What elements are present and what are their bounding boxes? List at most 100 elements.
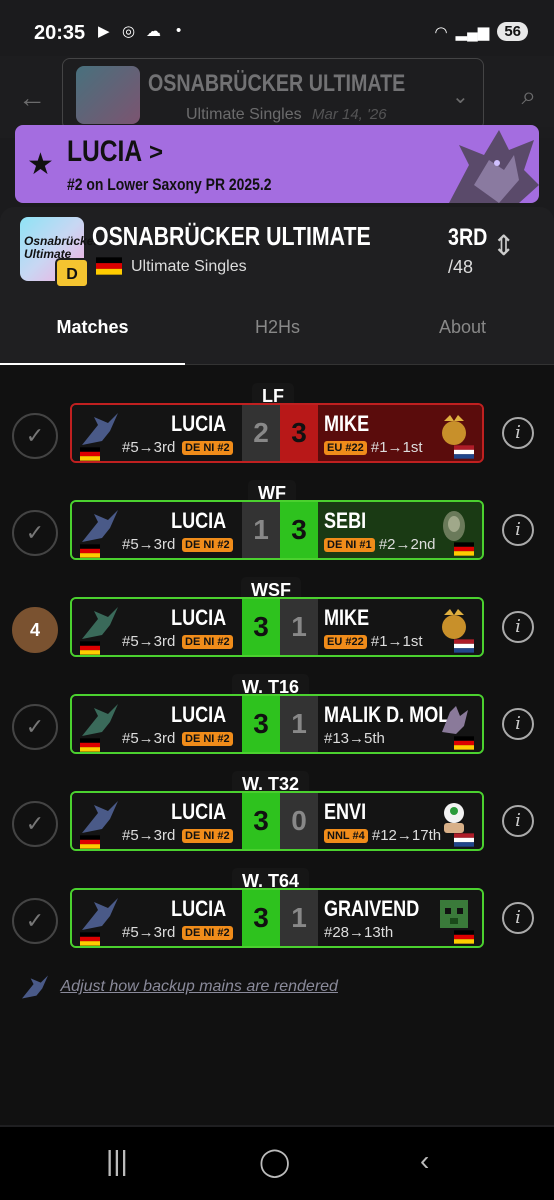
- opponent-name: ENVI: [324, 799, 367, 824]
- opponent-score: 0: [280, 793, 318, 849]
- germany-flag-icon: [80, 930, 100, 946]
- player-name: LUCIA: [170, 605, 226, 630]
- match-card[interactable]: LUCIA #5→3rd DE NI #2 3 1 MIKE EU #22 #1…: [70, 597, 484, 657]
- character-icon: [82, 413, 118, 445]
- opponent-name: MIKE: [324, 411, 370, 436]
- match-card[interactable]: LUCIA #5→3rd DE NI #2 3 1 GRAIVEND #28→1…: [70, 888, 484, 948]
- character-icon: [442, 415, 466, 445]
- search-icon[interactable]: ⌕: [521, 80, 536, 112]
- event-title: OSNABRÜCKER ULTIMATE: [92, 221, 371, 251]
- entrant-total: /48: [448, 257, 474, 277]
- match-card[interactable]: LUCIA #5→3rd DE NI #2 1 3 SEBI DE NI #1 …: [70, 500, 484, 560]
- status-time: 20:35: [34, 22, 86, 44]
- character-icon: [444, 803, 464, 833]
- germany-flag-icon: [80, 542, 100, 558]
- opponent-ranking-badge: DE NI #1: [324, 538, 375, 553]
- set-number-badge[interactable]: 4: [12, 607, 58, 653]
- player-ranking-badge: DE NI #2: [182, 926, 233, 940]
- opponent-score: 3: [280, 502, 318, 558]
- info-icon[interactable]: i: [502, 805, 534, 837]
- info-icon[interactable]: i: [502, 708, 534, 740]
- player-ranking-badge: DE NI #2: [182, 635, 233, 649]
- background-title: OSNABRÜCKER ULTIMATE: [148, 70, 406, 97]
- opponent-ranking-badge: EU #22: [324, 635, 367, 650]
- germany-flag-icon: [96, 257, 122, 275]
- chevron-right-icon: >: [149, 139, 164, 166]
- netherlands-flag-icon: [454, 443, 474, 461]
- info-icon[interactable]: i: [502, 611, 534, 643]
- player-score: 1: [242, 502, 280, 558]
- youtube-icon: ▶: [98, 23, 110, 40]
- instagram-icon: ◎: [122, 23, 136, 40]
- germany-flag-icon: [454, 734, 474, 752]
- opponent-ranking-badge: NNL #4: [324, 829, 368, 844]
- character-art-icon: [449, 130, 539, 203]
- cloud-icon: ☁: [146, 23, 161, 40]
- player-name: LUCIA: [170, 702, 226, 727]
- germany-flag-icon: [80, 445, 100, 461]
- check-icon[interactable]: ✓: [12, 704, 58, 750]
- opponent-score: 1: [280, 599, 318, 655]
- opponent-seed: #28→13th: [324, 924, 394, 941]
- event-logo: [76, 66, 140, 124]
- tab-h2hs[interactable]: H2Hs: [185, 317, 370, 338]
- opponent-seed: #12→17th: [371, 827, 442, 844]
- check-icon[interactable]: ✓: [12, 898, 58, 944]
- home-icon[interactable]: ◯: [259, 1145, 290, 1178]
- wifi-icon: ◠: [434, 23, 448, 41]
- character-icon: [440, 900, 468, 928]
- player-ranking-badge: DE NI #2: [182, 829, 233, 843]
- character-icon: [82, 704, 118, 736]
- recents-icon[interactable]: |||: [106, 1145, 128, 1177]
- star-icon[interactable]: ★: [27, 147, 54, 182]
- opponent-seed: #1→1st: [370, 439, 423, 456]
- netherlands-flag-icon: [454, 637, 474, 655]
- check-icon[interactable]: ✓: [12, 413, 58, 459]
- character-icon: [82, 607, 118, 639]
- tier-badge: D: [55, 258, 89, 288]
- player-score: 3: [242, 696, 280, 752]
- player-name: LUCIA: [170, 411, 226, 436]
- backup-mains-setting[interactable]: Adjust how backup mains are rendered: [20, 974, 338, 1000]
- back-icon[interactable]: ‹: [420, 1145, 429, 1177]
- germany-flag-icon: [454, 928, 474, 946]
- opponent-seed: #1→1st: [370, 633, 423, 650]
- player-ranking-badge: DE NI #2: [182, 441, 233, 455]
- info-icon[interactable]: i: [502, 417, 534, 449]
- character-icon: [442, 706, 468, 734]
- match-card[interactable]: LUCIA #5→3rd DE NI #2 3 1 MALIK D. MOL..…: [70, 694, 484, 754]
- status-bar: 20:35 ▶ ◎ ☁ • ◠ ▂▄▆ 56: [0, 0, 554, 64]
- match-card[interactable]: LUCIA #5→3rd DE NI #2 2 3 MIKE EU #22 #1…: [70, 403, 484, 463]
- back-arrow-icon[interactable]: ←: [18, 82, 46, 114]
- match-card[interactable]: LUCIA #5→3rd DE NI #2 3 0 ENVI NNL #4 #1…: [70, 791, 484, 851]
- player-banner[interactable]: ★ LUCIA > #2 on Lower Saxony PR 2025.2: [15, 125, 539, 203]
- player-score: 3: [242, 599, 280, 655]
- tab-about[interactable]: About: [370, 317, 554, 338]
- backup-mains-link[interactable]: Adjust how backup mains are rendered: [60, 978, 338, 995]
- opponent-name: MIKE: [324, 605, 370, 630]
- player-rank: #2 on Lower Saxony PR 2025.2: [67, 175, 272, 194]
- info-icon[interactable]: i: [502, 514, 534, 546]
- player-score: 3: [242, 890, 280, 946]
- opponent-seed: #13→5th: [324, 730, 385, 747]
- info-icon[interactable]: i: [502, 902, 534, 934]
- opponent-name: GRAIVEND: [324, 896, 420, 921]
- check-icon[interactable]: ✓: [12, 801, 58, 847]
- opponent-seed: #2→2nd: [378, 536, 436, 553]
- germany-flag-icon: [80, 639, 100, 655]
- background-game: Ultimate Singles: [186, 106, 302, 123]
- chevron-down-icon[interactable]: ⌄: [452, 84, 469, 109]
- character-icon: [82, 898, 118, 930]
- player-score: 2: [242, 405, 280, 461]
- tab-matches[interactable]: Matches: [0, 317, 185, 338]
- opponent-score: 3: [280, 405, 318, 461]
- germany-flag-icon: [454, 540, 474, 558]
- opponent-name: SEBI: [324, 508, 367, 533]
- player-score: 3: [242, 793, 280, 849]
- player-name: LUCIA: [170, 508, 226, 533]
- expand-icon[interactable]: ⇕: [492, 229, 515, 262]
- check-icon[interactable]: ✓: [12, 510, 58, 556]
- character-icon: [82, 801, 118, 833]
- opponent-score: 1: [280, 696, 318, 752]
- character-icon: [22, 975, 48, 999]
